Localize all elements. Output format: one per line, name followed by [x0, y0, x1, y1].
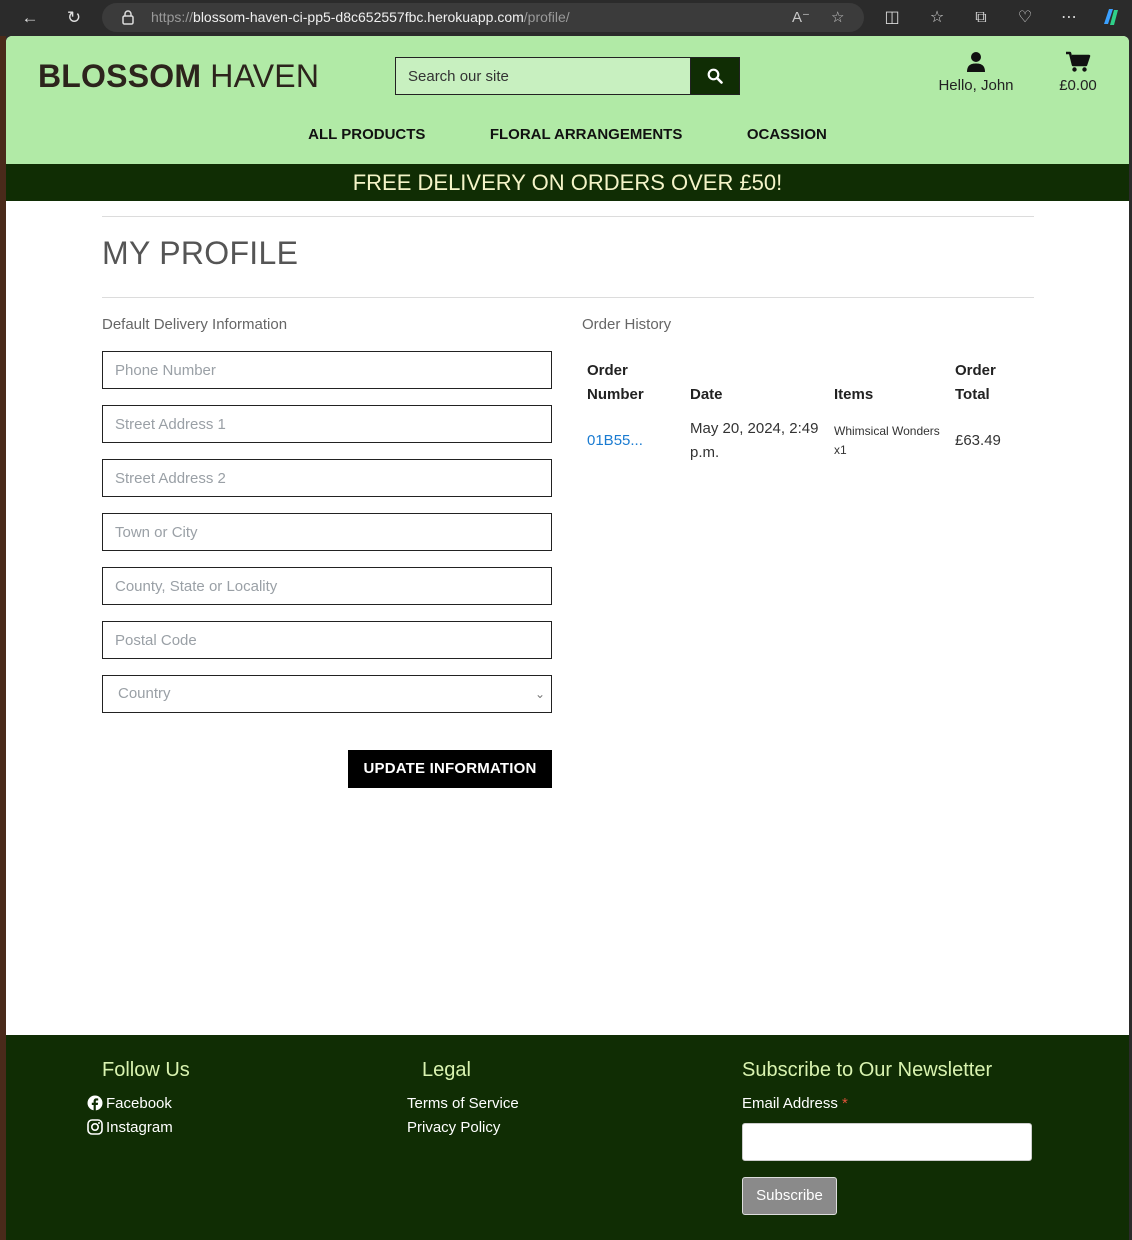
profile-content: MY PROFILE Default Delivery Information … [102, 216, 1034, 788]
page-title: MY PROFILE [102, 235, 299, 271]
delivery-heading: Default Delivery Information [102, 316, 288, 333]
account-label: Hello, John [938, 77, 1014, 94]
required-marker: * [842, 1095, 848, 1112]
brand-logo[interactable]: BLOSSOM HAVEN [38, 58, 319, 95]
country-select[interactable]: Country ⌄ [102, 675, 552, 713]
update-information-button[interactable]: UPDATE INFORMATION [348, 750, 552, 788]
page: BLOSSOM HAVEN Hello, John £0.00 ALL PROD… [6, 36, 1129, 1240]
postal-code-field[interactable] [102, 621, 552, 659]
instagram-label: Instagram [106, 1119, 173, 1136]
street-address-2-field[interactable] [102, 459, 552, 497]
lock-icon [122, 10, 134, 25]
follow-us-heading: Follow Us [102, 1059, 190, 1081]
favorites-icon[interactable]: ☆ [925, 6, 949, 30]
town-city-field[interactable] [102, 513, 552, 551]
phone-number-field[interactable] [102, 351, 552, 389]
order-history-table: Order Number Date Items Order Total 01B5… [582, 359, 1034, 467]
order-items: Whimsical Wonders x1 [834, 424, 940, 457]
nav-all-products[interactable]: ALL PRODUCTS [308, 126, 425, 143]
terms-of-service-link[interactable]: Terms of Service [407, 1095, 519, 1112]
my-account-link[interactable]: Hello, John [926, 51, 1026, 94]
favorite-star-icon[interactable]: ☆ [831, 8, 844, 26]
table-header-row: Order Number Date Items Order Total [582, 359, 1034, 415]
browser-toolbar: ← ↻ https://blossom-haven-ci-pp5-d8c6525… [0, 0, 1132, 36]
street-address-1-field[interactable] [102, 405, 552, 443]
header-items: Items [834, 386, 874, 403]
user-icon [967, 52, 985, 72]
url-path: /profile/ [523, 9, 570, 25]
order-date: May 20, 2024, 2:49 p.m. [690, 420, 819, 461]
header-date: Date [690, 386, 723, 403]
chevron-down-icon: ⌄ [534, 687, 545, 701]
collections-icon[interactable]: ⧉ [969, 6, 993, 30]
search-form [395, 57, 740, 95]
newsletter-heading: Subscribe to Our Newsletter [742, 1059, 993, 1081]
table-row: 01B55... May 20, 2024, 2:49 p.m. Whimsic… [582, 415, 1034, 467]
country-select-value: Country [118, 685, 171, 702]
bag-total: £0.00 [1059, 77, 1097, 94]
divider [102, 216, 1034, 217]
back-icon[interactable]: ← [18, 6, 42, 30]
site-header: BLOSSOM HAVEN Hello, John £0.00 ALL PROD… [6, 36, 1129, 164]
email-label-text: Email Address [742, 1095, 838, 1112]
delivery-banner: FREE DELIVERY ON ORDERS OVER £50! [6, 164, 1129, 201]
copilot-icon[interactable] [1099, 6, 1123, 30]
header-order-total: Order Total [955, 362, 996, 403]
refresh-icon[interactable]: ↻ [62, 6, 86, 30]
nav-floral-arrangements[interactable]: FLORAL ARRANGEMENTS [490, 126, 683, 143]
more-menu-icon[interactable]: ⋯ [1057, 6, 1081, 30]
order-total: £63.49 [955, 432, 1001, 449]
site-footer: Follow Us Facebook Instagram Legal Terms… [6, 1035, 1129, 1240]
url-prefix: https:// [151, 9, 194, 25]
url-text: https://blossom-haven-ci-pp5-d8c652557fb… [151, 9, 570, 25]
facebook-link[interactable]: Facebook [87, 1095, 172, 1112]
email-label: Email Address * [742, 1095, 848, 1112]
legal-heading: Legal [422, 1059, 471, 1081]
order-history-heading: Order History [582, 316, 672, 333]
delivery-info-column: Default Delivery Information Country ⌄ U… [102, 316, 552, 788]
brand-rest: HAVEN [201, 58, 320, 94]
nav-occasion[interactable]: OCASSION [747, 126, 827, 143]
newsletter-email-input[interactable] [742, 1123, 1032, 1161]
subscribe-button[interactable]: Subscribe [742, 1177, 837, 1215]
search-button[interactable] [690, 57, 740, 95]
search-input[interactable] [395, 57, 691, 95]
privacy-policy-link[interactable]: Privacy Policy [407, 1119, 500, 1136]
brand-bold: BLOSSOM [38, 58, 202, 94]
main-nav: ALL PRODUCTS FLORAL ARRANGEMENTS OCASSIO… [6, 126, 1129, 144]
instagram-icon [87, 1119, 103, 1135]
read-aloud-icon[interactable]: A⁻ [792, 8, 810, 26]
browser-essentials-icon[interactable]: ♡ [1013, 6, 1037, 30]
divider [102, 297, 1034, 298]
cart-icon [1066, 51, 1091, 72]
county-field[interactable] [102, 567, 552, 605]
search-icon [707, 68, 723, 84]
address-bar[interactable]: https://blossom-haven-ci-pp5-d8c652557fb… [102, 3, 864, 32]
url-host: blossom-haven-ci-pp5-d8c652557fbc.heroku… [193, 9, 524, 25]
facebook-icon [87, 1095, 103, 1111]
order-number-link[interactable]: 01B55... [582, 415, 685, 467]
header-order-number: Order Number [587, 362, 644, 403]
order-history-column: Order History Order Number Date Items Or… [582, 316, 1034, 467]
delivery-form: Country ⌄ [102, 351, 552, 713]
facebook-label: Facebook [106, 1095, 172, 1112]
split-screen-icon[interactable]: ◫ [880, 6, 904, 30]
instagram-link[interactable]: Instagram [87, 1119, 173, 1136]
shopping-bag-link[interactable]: £0.00 [1048, 51, 1108, 94]
